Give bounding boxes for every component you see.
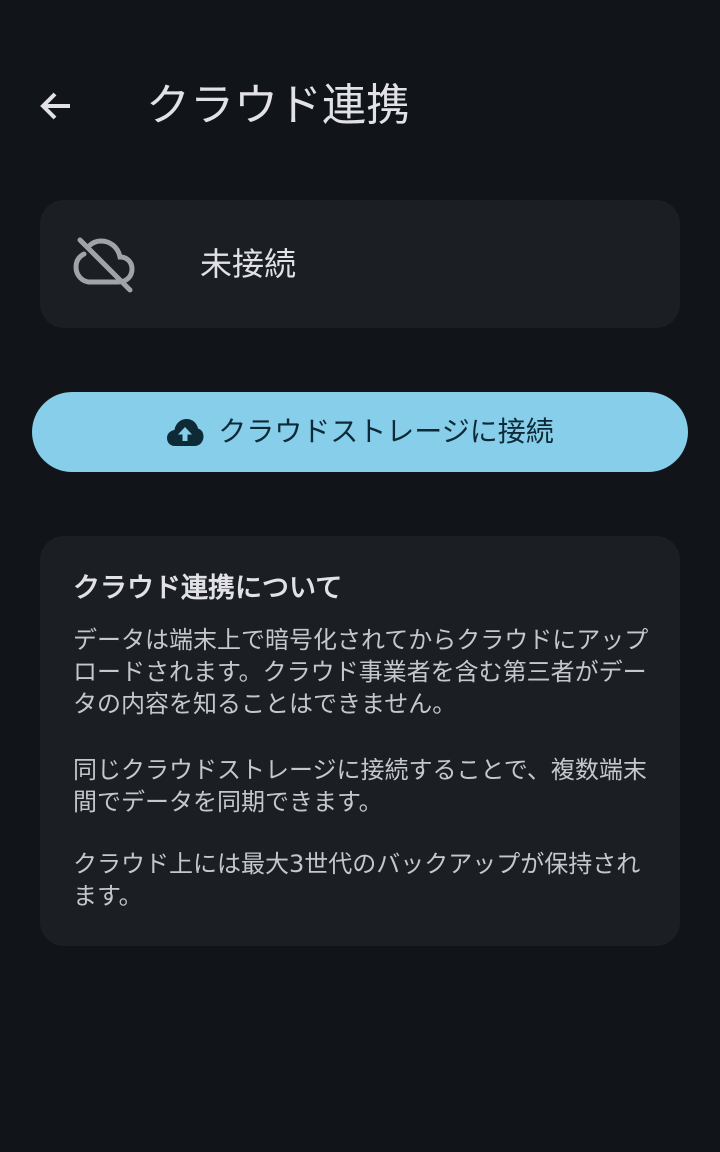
connect-button-label: クラウドストレージに接続	[218, 415, 554, 448]
connection-status-text: 未接続	[200, 245, 297, 283]
arrow-left-icon	[40, 92, 70, 120]
cloud-upload-icon	[166, 413, 204, 451]
back-button[interactable]	[24, 80, 88, 132]
info-paragraph-backup: クラウド上には最大3世代のバックアップが保持されます。	[73, 850, 641, 910]
app-bar: クラウド連携	[0, 56, 720, 156]
connection-status-card: 未接続	[40, 200, 680, 328]
info-paragraph-sync: 同じクラウドストレージに接続することで、複数端末間でデータを同期できます。	[73, 756, 647, 816]
about-title: クラウド連携について	[73, 573, 343, 604]
about-cloud-card: クラウド連携について データは端末上で暗号化されてからクラウドにアップロードされ…	[40, 536, 680, 946]
connect-cloud-storage-button[interactable]: クラウドストレージに接続	[32, 392, 688, 472]
info-paragraph-encryption: データは端末上で暗号化されてからクラウドにアップロードされます。クラウド事業者を…	[73, 626, 649, 718]
page-title: クラウド連携	[146, 80, 410, 131]
cloud-off-icon	[73, 237, 135, 293]
